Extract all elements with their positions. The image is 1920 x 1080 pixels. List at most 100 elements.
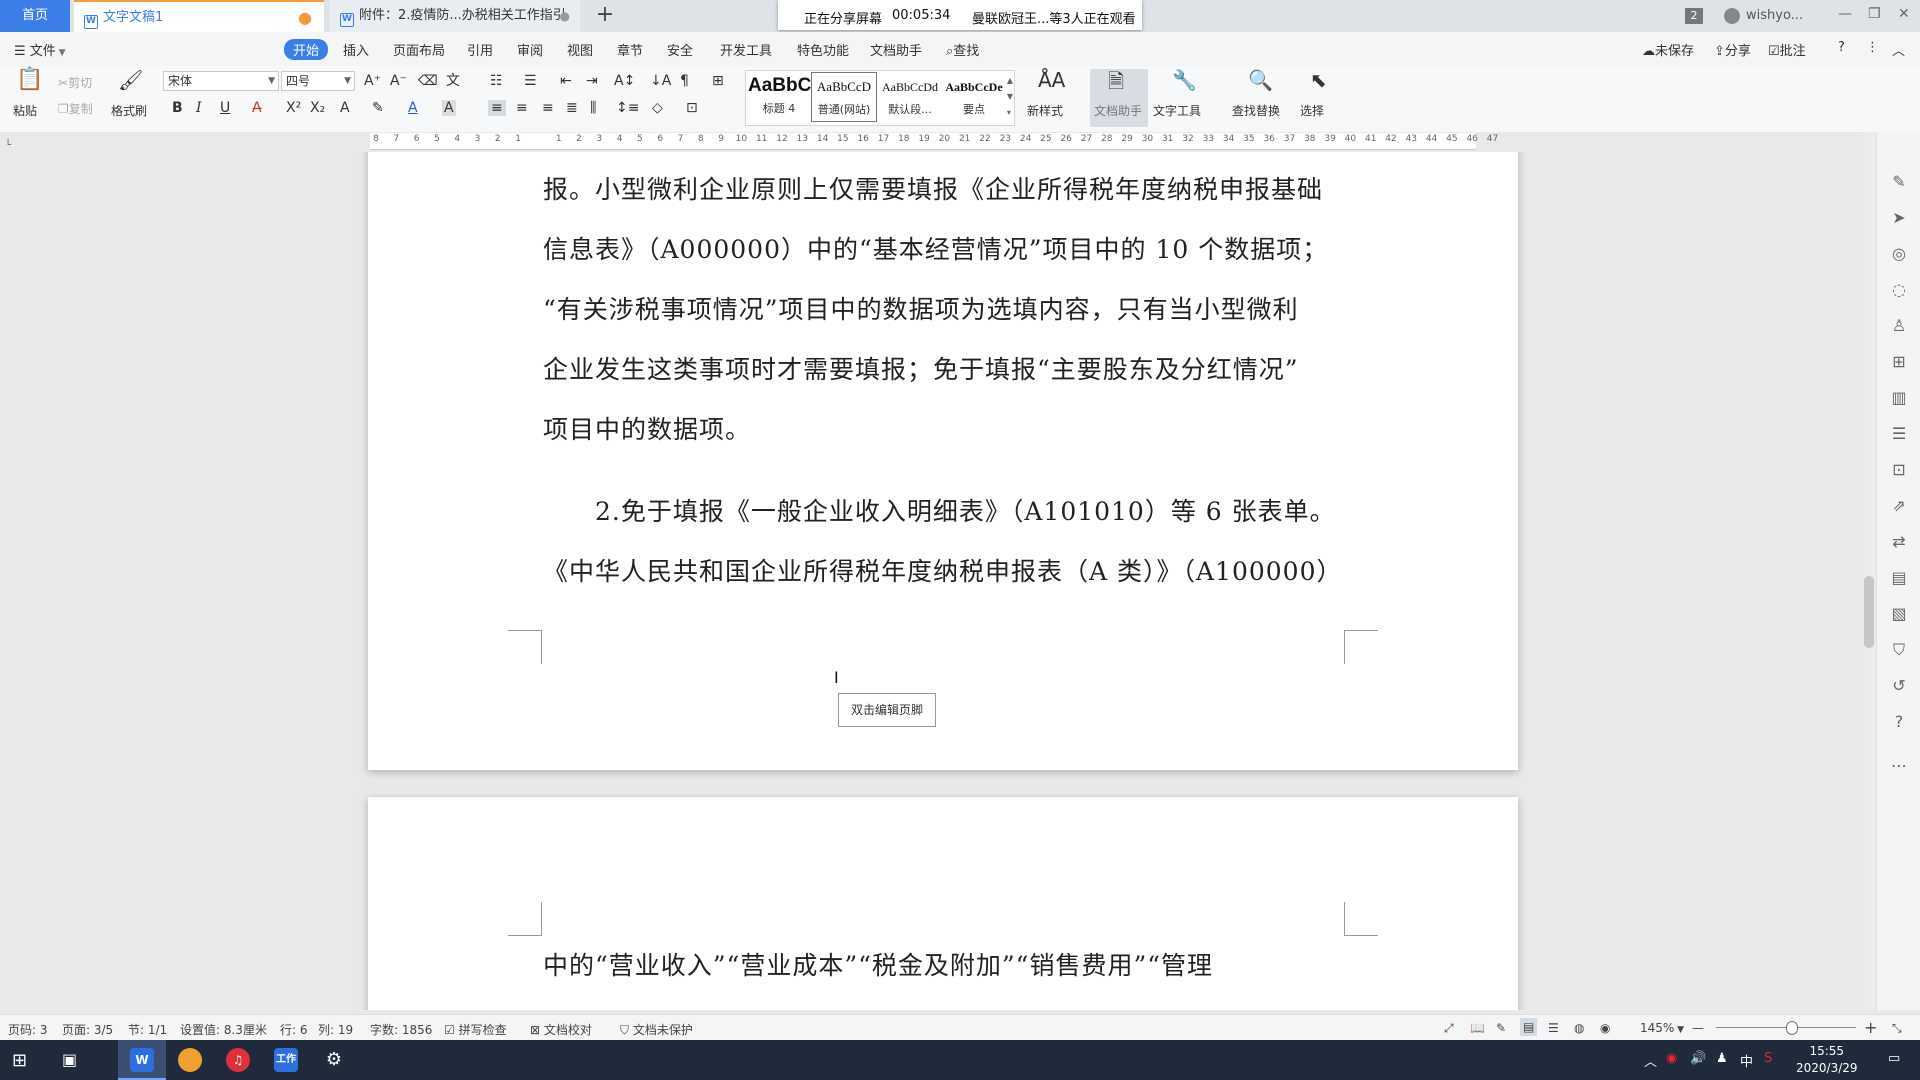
superscript-icon[interactable]: X² [286, 100, 301, 116]
font-size-select[interactable]: 四号 ▼ [281, 71, 355, 91]
user-name[interactable]: wishyo... [1746, 8, 1803, 23]
status-row[interactable]: 行: 6 [280, 1021, 308, 1038]
format-painter-icon[interactable]: 🖌 [118, 70, 143, 90]
windows-start-icon[interactable]: ⊞ [12, 1050, 27, 1071]
chart-icon[interactable]: ▥ [1889, 388, 1909, 408]
outline-view-icon[interactable]: ☰ [1548, 1021, 1559, 1035]
status-pages[interactable]: 页面: 3/5 [62, 1021, 113, 1038]
zoom-out-button[interactable]: — [1692, 1021, 1704, 1035]
apps-grid-icon[interactable]: ⊞ [1889, 352, 1909, 372]
select-cursor-icon[interactable]: ⬉ [1310, 70, 1327, 90]
align-right-icon[interactable]: ≡ [542, 100, 554, 116]
tray-sogou-icon[interactable]: S [1764, 1051, 1772, 1066]
tab-insert[interactable]: 插入 [343, 40, 369, 59]
paragraph-line[interactable]: 2.免于填报《一般企业收入明细表》（A101010）等 6 张表单。 [595, 492, 1336, 528]
tab-reference[interactable]: 引用 [467, 40, 493, 59]
read-mode-icon[interactable]: 📖 [1470, 1021, 1485, 1035]
style-normal-web[interactable]: AaBbCcD 普通(网站) [811, 72, 877, 122]
doc-assistant-button[interactable]: 🗎 文档助手 [1090, 69, 1148, 127]
collapse-ribbon-icon[interactable]: ︿ [1892, 40, 1905, 59]
shield-icon[interactable]: ⛉ [1889, 640, 1909, 660]
tab-close-icon[interactable]: ● [560, 0, 570, 32]
tab-stop-selector-icon[interactable]: └ [5, 140, 11, 151]
tab-home[interactable]: 首页 [0, 0, 70, 32]
taskbar-app-wps[interactable]: W [118, 1040, 166, 1080]
char-shading-icon[interactable]: A [442, 100, 456, 116]
text-effect-icon[interactable]: A [340, 100, 350, 116]
select-button[interactable]: 选择 [1300, 102, 1324, 119]
paragraph-line[interactable]: 《中华人民共和国企业所得税年度纳税申报表（A 类）》（A100000） [543, 552, 1343, 588]
copy-button[interactable]: ❐复制 [58, 100, 93, 117]
align-left-icon[interactable]: ≡ [488, 100, 506, 116]
new-style-icon[interactable]: ÅA [1038, 70, 1065, 90]
highlight-icon[interactable]: ✎ [372, 100, 384, 116]
tab-chapter[interactable]: 章节 [617, 40, 643, 59]
tab-document-1[interactable]: W 文字文稿1 ● [74, 0, 324, 32]
edit-footer-hint[interactable]: 双击编辑页脚 [838, 693, 936, 727]
find-menu[interactable]: ⌕查找 [946, 40, 979, 59]
zoom-in-button[interactable]: + [1864, 1018, 1877, 1037]
web-view-icon[interactable]: ◍ [1574, 1021, 1584, 1035]
grow-font-icon[interactable]: A⁺ [364, 73, 381, 89]
paste-button[interactable]: 粘贴 [13, 102, 37, 119]
tab-devtools[interactable]: 开发工具 [720, 40, 772, 59]
status-word-count[interactable]: 字数: 1856 [370, 1021, 432, 1038]
increase-indent-icon[interactable]: ⇥ [586, 73, 598, 89]
justify-icon[interactable]: ≣ [566, 100, 578, 116]
vertical-scrollbar[interactable] [1862, 132, 1876, 1010]
status-section[interactable]: 节: 1/1 [128, 1021, 167, 1038]
new-tab-button[interactable]: + [590, 0, 620, 32]
tab-security[interactable]: 安全 [667, 40, 693, 59]
task-view-icon[interactable]: ▣ [62, 1050, 77, 1069]
tray-weibo-icon[interactable]: ◉ [1666, 1051, 1677, 1066]
strikethrough-icon[interactable]: A̶ [252, 100, 262, 116]
clock[interactable]: 15:55 2020/3/29 [1796, 1043, 1858, 1077]
sliders-icon[interactable]: ☰ [1889, 424, 1909, 444]
line-spacing-icon[interactable]: ↕≡ [616, 100, 639, 116]
help-circle-icon[interactable]: ? [1889, 712, 1909, 732]
fit-window-icon[interactable]: ⤡ [1892, 1021, 1902, 1036]
pen-icon[interactable]: ✎ [1889, 172, 1909, 192]
numbered-list-icon[interactable]: ☰ [524, 73, 537, 89]
wrench-icon[interactable]: 🔧 [1172, 70, 1197, 90]
fullscreen-icon[interactable]: ⤢ [1444, 1021, 1454, 1036]
status-page-number[interactable]: 页码: 3 [8, 1021, 48, 1038]
ime-indicator[interactable]: 中 [1740, 1051, 1753, 1070]
horizontal-ruler[interactable]: 8 7 6 5 4 3 2 1 1 2 3 4 5 6 7 8 9 10 11 12 13 14 15 16 17 18 19 20 2… [370, 133, 1498, 150]
find-replace-button[interactable]: 查找替换 [1232, 102, 1280, 119]
eye-protect-icon[interactable]: ◉ [1600, 1021, 1610, 1035]
cut-button[interactable]: ✂剪切 [58, 74, 92, 91]
paragraph-line[interactable]: “有关涉税事项情况”项目中的数据项为选填内容，只有当小型微利 [543, 290, 1299, 326]
subscript-icon[interactable]: X₂ [310, 100, 325, 116]
status-position[interactable]: 设置值: 8.3厘米 [180, 1021, 267, 1038]
page-view-icon[interactable]: ▤ [1520, 1018, 1538, 1036]
decrease-indent-icon[interactable]: ⇤ [560, 73, 572, 89]
avatar[interactable] [1724, 8, 1740, 24]
paragraph-line[interactable]: 中的“营业收入”“营业成本”“税金及附加”“销售费用”“管理 [543, 946, 1213, 982]
change-case-icon[interactable]: A↕ [614, 73, 635, 89]
maximize-button[interactable]: ❐ [1868, 6, 1881, 22]
distributed-icon[interactable]: ⫼ [590, 100, 596, 116]
close-button[interactable]: ✕ [1898, 6, 1910, 22]
tray-app-icon[interactable]: ♟ [1716, 1051, 1728, 1066]
spellcheck-button[interactable]: ☑ 拼写检查 [444, 1021, 507, 1038]
file-menu[interactable]: ☰ 文件 ▼ [14, 40, 66, 59]
location-icon[interactable]: ◎ [1889, 244, 1909, 264]
style-default-paragraph[interactable]: AaBbCcDd 默认段... [877, 75, 943, 117]
style-heading4[interactable]: AaBbC 标题 4 [748, 75, 811, 116]
archive-icon[interactable]: ▤ [1889, 568, 1909, 588]
style-scroll-icon[interactable]: ▲ ▼ ▾ [1007, 73, 1013, 121]
tray-expand-icon[interactable]: ︿ [1644, 1051, 1657, 1070]
taskbar-app-work[interactable]: 工作 [262, 1040, 310, 1080]
paragraph-line[interactable]: 信息表》（A000000）中的“基本经营情况”项目中的 10 个数据项； [543, 230, 1328, 266]
zoom-level[interactable]: 145% ▼ [1640, 1021, 1684, 1035]
tab-start[interactable]: 开始 [284, 39, 329, 60]
protect-status[interactable]: ⛉ 文档未保护 [620, 1021, 693, 1038]
notification-icon[interactable]: ▭ [1888, 1051, 1900, 1066]
shading-icon[interactable]: ◇ [652, 100, 663, 116]
window-count-badge[interactable]: 2 [1685, 8, 1703, 24]
clear-format-icon[interactable]: ⌫ [418, 73, 438, 89]
paragraph-line[interactable]: 报。小型微利企业原则上仅需要填报《企业所得税年度纳税申报基础 [543, 170, 1323, 206]
zoom-slider-handle[interactable] [1786, 1021, 1798, 1035]
phonetic-icon[interactable]: 文 [446, 73, 460, 89]
